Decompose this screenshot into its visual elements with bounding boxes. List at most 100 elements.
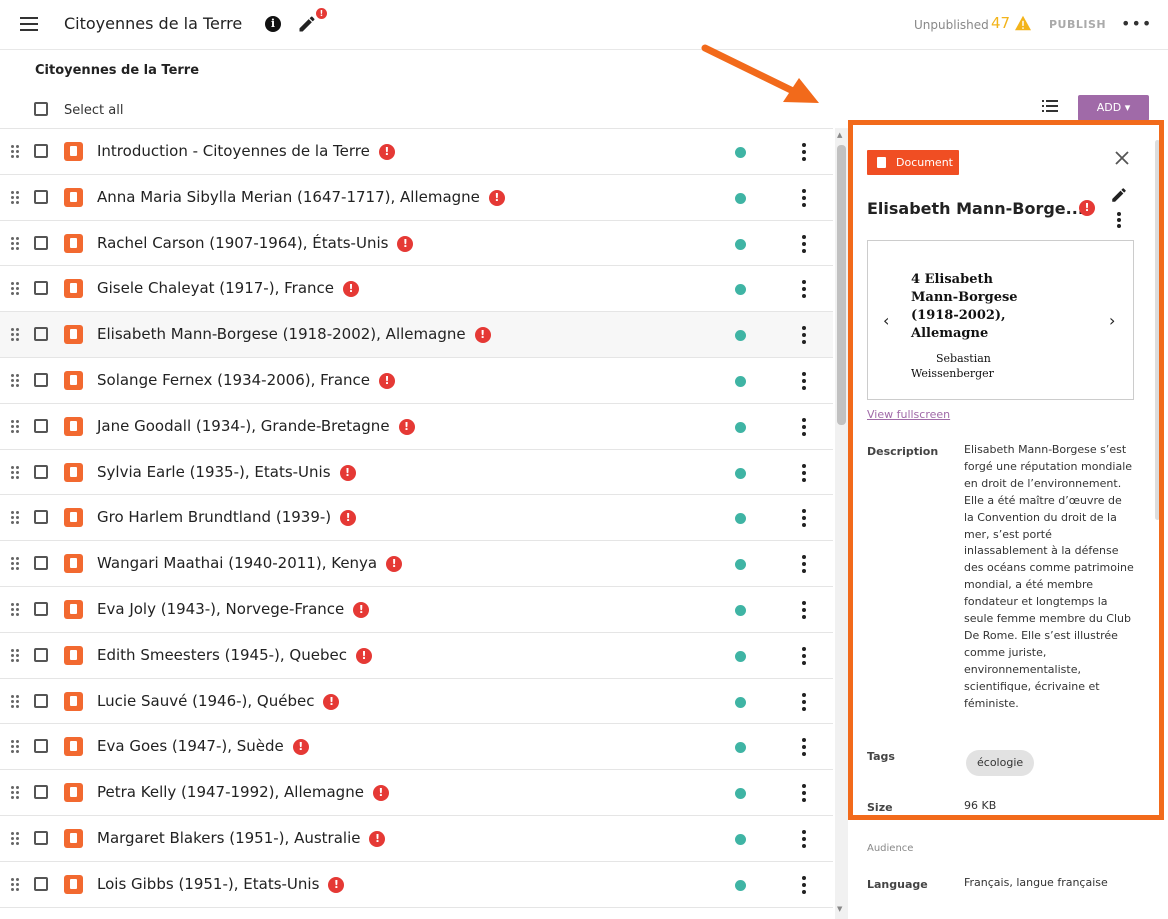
- list-item-label[interactable]: Sylvia Earle (1935-), Etats-Unis: [97, 463, 331, 481]
- row-checkbox[interactable]: [34, 372, 48, 387]
- scroll-down-arrow[interactable]: ▼: [837, 905, 842, 913]
- list-item-title[interactable]: Solange Fernex (1934-2006), France!: [97, 371, 396, 389]
- list-item-label[interactable]: Eva Joly (1943-), Norvege-France: [97, 600, 344, 618]
- error-icon[interactable]: !: [355, 647, 372, 664]
- error-icon[interactable]: !: [372, 785, 389, 802]
- edit-icon[interactable]: [297, 14, 317, 34]
- list-view-icon[interactable]: [1042, 100, 1058, 112]
- drag-handle-icon[interactable]: [11, 236, 21, 251]
- drag-handle-icon[interactable]: [11, 190, 21, 205]
- list-item[interactable]: Edith Smeesters (1945-), Quebec!: [0, 633, 833, 679]
- drag-handle-icon[interactable]: [11, 328, 21, 342]
- list-item-label[interactable]: Lois Gibbs (1951-), Etats-Unis: [97, 875, 319, 893]
- drag-handle-icon[interactable]: [11, 831, 21, 846]
- error-icon[interactable]: !: [397, 235, 414, 252]
- panel-error-icon[interactable]: !: [1079, 200, 1095, 216]
- list-item-label[interactable]: Anna Maria Sibylla Merian (1647-1717), A…: [97, 188, 480, 206]
- error-icon[interactable]: !: [328, 876, 345, 893]
- row-more-icon[interactable]: [799, 143, 809, 161]
- drag-handle-icon[interactable]: [11, 786, 21, 800]
- tag-chip[interactable]: écologie: [966, 750, 1035, 776]
- list-item[interactable]: Lucie Sauvé (1946-), Québec!: [0, 679, 833, 725]
- list-item-title[interactable]: Eva Joly (1943-), Norvege-France!: [97, 600, 370, 618]
- error-icon[interactable]: !: [353, 601, 370, 618]
- preview-prev-icon[interactable]: ‹: [883, 311, 889, 330]
- error-icon[interactable]: !: [488, 189, 505, 206]
- drag-handle-icon[interactable]: [11, 877, 21, 892]
- list-item-label[interactable]: Eva Goes (1947-), Suède: [97, 737, 284, 755]
- list-item-label[interactable]: Introduction - Citoyennes de la Terre: [97, 142, 370, 160]
- row-more-icon[interactable]: [799, 555, 809, 574]
- select-all-label[interactable]: Select all: [64, 103, 123, 118]
- row-checkbox[interactable]: [34, 556, 48, 571]
- row-checkbox[interactable]: [34, 647, 48, 662]
- row-checkbox[interactable]: [34, 785, 48, 800]
- list-item-title[interactable]: Gisele Chaleyat (1917-), France!: [97, 279, 359, 298]
- list-item-label[interactable]: Edith Smeesters (1945-), Quebec: [97, 646, 347, 664]
- warning-icon[interactable]: [1014, 15, 1032, 31]
- document-preview[interactable]: ‹ › 4 Elisabeth Mann-Borgese (1918-2002)…: [867, 240, 1134, 400]
- row-checkbox[interactable]: [34, 418, 48, 433]
- error-icon[interactable]: !: [474, 327, 491, 344]
- list-item[interactable]: Petra Kelly (1947-1992), Allemagne!: [0, 770, 833, 816]
- list-item[interactable]: Solange Fernex (1934-2006), France!: [0, 358, 833, 404]
- list-item[interactable]: Gro Harlem Brundtland (1939-)!: [0, 495, 833, 542]
- list-item-title[interactable]: Lucie Sauvé (1946-), Québec!: [97, 692, 340, 710]
- row-more-icon[interactable]: [799, 829, 809, 848]
- row-more-icon[interactable]: [799, 463, 809, 482]
- list-item[interactable]: Eva Goes (1947-), Suède!: [0, 724, 833, 771]
- list-item-label[interactable]: Petra Kelly (1947-1992), Allemagne: [97, 783, 364, 801]
- error-icon[interactable]: !: [379, 372, 396, 389]
- list-item[interactable]: Wangari Maathai (1940-2011), Kenya!: [0, 541, 833, 587]
- error-icon[interactable]: !: [398, 418, 415, 435]
- error-icon[interactable]: !: [386, 556, 403, 573]
- list-item-label[interactable]: Lucie Sauvé (1946-), Québec: [97, 692, 314, 710]
- list-item[interactable]: Jane Goodall (1934-), Grande-Bretagne!: [0, 404, 833, 450]
- drag-handle-icon[interactable]: [11, 648, 21, 663]
- row-checkbox[interactable]: [34, 739, 48, 754]
- list-item[interactable]: Sylvia Earle (1935-), Etats-Unis!: [0, 450, 833, 496]
- drag-handle-icon[interactable]: [11, 419, 21, 434]
- list-item-title[interactable]: Sylvia Earle (1935-), Etats-Unis!: [97, 463, 356, 481]
- error-icon[interactable]: !: [378, 144, 395, 160]
- drag-handle-icon[interactable]: [11, 282, 21, 296]
- row-more-icon[interactable]: [799, 509, 809, 528]
- error-icon[interactable]: !: [323, 693, 340, 710]
- drag-handle-icon[interactable]: [11, 694, 21, 709]
- list-item[interactable]: Elisabeth Mann-Borgese (1918-2002), Alle…: [0, 312, 833, 358]
- list-item-label[interactable]: Solange Fernex (1934-2006), France: [97, 371, 370, 389]
- row-more-icon[interactable]: [799, 875, 809, 894]
- more-options-icon[interactable]: •••: [1121, 16, 1152, 32]
- row-more-icon[interactable]: [799, 234, 809, 253]
- preview-next-icon[interactable]: ›: [1109, 311, 1115, 330]
- error-icon[interactable]: !: [292, 739, 309, 756]
- warning-count[interactable]: 47: [991, 14, 1010, 32]
- row-more-icon[interactable]: [799, 738, 809, 757]
- row-checkbox[interactable]: [34, 693, 48, 708]
- list-item-label[interactable]: Jane Goodall (1934-), Grande-Bretagne: [97, 417, 390, 435]
- row-more-icon[interactable]: [799, 600, 809, 619]
- list-item-label[interactable]: Gisele Chaleyat (1917-), France: [97, 279, 334, 297]
- list-item[interactable]: Lois Gibbs (1951-), Etats-Unis!: [0, 862, 833, 908]
- list-item-title[interactable]: Lois Gibbs (1951-), Etats-Unis!: [97, 875, 345, 893]
- list-item[interactable]: Gisele Chaleyat (1917-), France!: [0, 266, 833, 313]
- row-checkbox[interactable]: [34, 189, 48, 204]
- error-icon[interactable]: !: [340, 510, 357, 527]
- add-button[interactable]: ADD ▾: [1078, 95, 1149, 121]
- list-item[interactable]: Introduction - Citoyennes de la Terre!: [0, 129, 833, 175]
- list-item[interactable]: Eva Joly (1943-), Norvege-France!: [0, 587, 833, 633]
- list-item-label[interactable]: Margaret Blakers (1951-), Australie: [97, 829, 360, 847]
- list-item-title[interactable]: Eva Goes (1947-), Suède!: [97, 737, 309, 756]
- list-item-title[interactable]: Wangari Maathai (1940-2011), Kenya!: [97, 554, 403, 573]
- list-item-label[interactable]: Wangari Maathai (1940-2011), Kenya: [97, 554, 377, 572]
- scroll-up-arrow[interactable]: ▲: [837, 131, 842, 139]
- list-item-title[interactable]: Jane Goodall (1934-), Grande-Bretagne!: [97, 417, 415, 435]
- row-more-icon[interactable]: [799, 280, 809, 299]
- row-more-icon[interactable]: [799, 371, 809, 390]
- row-checkbox[interactable]: [34, 601, 48, 616]
- error-icon[interactable]: !: [343, 281, 359, 298]
- row-checkbox[interactable]: [34, 281, 48, 296]
- panel-more-icon[interactable]: [1114, 212, 1124, 228]
- list-item[interactable]: Rachel Carson (1907-1964), États-Unis!: [0, 221, 833, 267]
- row-more-icon[interactable]: [799, 417, 809, 436]
